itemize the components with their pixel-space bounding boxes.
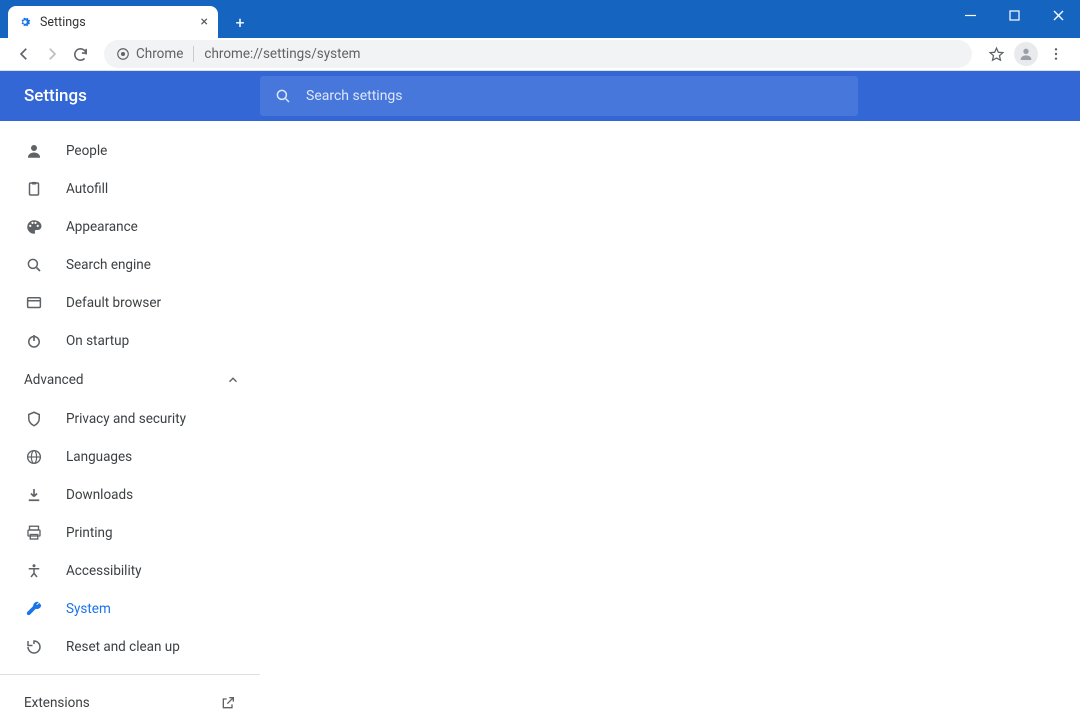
globe-icon — [24, 447, 44, 467]
chip-separator — [193, 46, 194, 62]
window-controls — [948, 0, 1080, 30]
sidebar-item-appearance[interactable]: Appearance — [0, 208, 260, 246]
sidebar-item-on-startup[interactable]: On startup — [0, 322, 260, 360]
sidebar-item-people[interactable]: People — [0, 132, 260, 170]
site-chip-label: Chrome — [136, 46, 183, 62]
sidebar-label: Languages — [66, 449, 132, 465]
browser-icon — [24, 293, 44, 313]
browser-tab[interactable]: Settings × — [8, 6, 218, 38]
sidebar-label: System — [66, 601, 111, 617]
chevron-up-icon — [226, 373, 240, 387]
sidebar-item-downloads[interactable]: Downloads — [0, 476, 260, 514]
sidebar-label: Downloads — [66, 487, 133, 503]
restore-icon — [24, 637, 44, 657]
settings-search[interactable] — [260, 76, 858, 116]
sidebar-item-reset[interactable]: Reset and clean up — [0, 628, 260, 666]
sidebar-label: Accessibility — [66, 563, 142, 579]
sidebar-label: Autofill — [66, 181, 108, 197]
overflow-menu-icon[interactable] — [1042, 40, 1070, 68]
maximize-button[interactable] — [992, 0, 1036, 30]
sidebar-label: People — [66, 143, 107, 159]
sidebar-label: Default browser — [66, 295, 161, 311]
sidebar-advanced-toggle[interactable]: Advanced — [0, 360, 260, 400]
sidebar-item-autofill[interactable]: Autofill — [0, 170, 260, 208]
sidebar-label: On startup — [66, 333, 129, 349]
new-tab-button[interactable]: + — [226, 8, 254, 36]
sidebar-item-extensions[interactable]: Extensions — [0, 683, 260, 720]
forward-button[interactable] — [38, 40, 66, 68]
tab-close-button[interactable]: × — [201, 14, 208, 30]
sidebar-item-default-browser[interactable]: Default browser — [0, 284, 260, 322]
minimize-button[interactable] — [948, 0, 992, 30]
shield-icon — [24, 409, 44, 429]
sidebar-label: Reset and clean up — [66, 639, 180, 655]
address-bar[interactable]: Chrome chrome://settings/system — [104, 40, 972, 68]
search-icon — [274, 87, 292, 105]
bookmark-star-icon[interactable] — [982, 40, 1010, 68]
close-window-button[interactable] — [1036, 0, 1080, 30]
power-icon — [24, 331, 44, 351]
search-icon — [24, 255, 44, 275]
settings-sidebar: People Autofill Appearance Search engine… — [0, 121, 260, 720]
sidebar-item-search-engine[interactable]: Search engine — [0, 246, 260, 284]
extensions-label: Extensions — [24, 695, 90, 711]
back-button[interactable] — [10, 40, 38, 68]
reload-button[interactable] — [66, 40, 94, 68]
sidebar-label: Search engine — [66, 257, 151, 273]
settings-search-input[interactable] — [306, 88, 844, 104]
tab-title: Settings — [40, 15, 86, 30]
sidebar-label: Privacy and security — [66, 411, 186, 427]
clipboard-icon — [24, 179, 44, 199]
profile-avatar[interactable] — [1014, 42, 1038, 66]
settings-content[interactable]: System Continue running background apps … — [260, 121, 1080, 720]
sidebar-item-privacy[interactable]: Privacy and security — [0, 400, 260, 438]
wrench-icon — [24, 599, 44, 619]
sidebar-item-accessibility[interactable]: Accessibility — [0, 552, 260, 590]
palette-icon — [24, 217, 44, 237]
window-titlebar: Settings × + — [0, 0, 1080, 38]
download-icon — [24, 485, 44, 505]
printer-icon — [24, 523, 44, 543]
site-chip: Chrome — [116, 46, 183, 62]
sidebar-item-languages[interactable]: Languages — [0, 438, 260, 476]
person-icon — [24, 141, 44, 161]
browser-toolbar: Chrome chrome://settings/system — [0, 38, 1080, 71]
accessibility-icon — [24, 561, 44, 581]
gear-icon — [18, 15, 32, 29]
sidebar-item-system[interactable]: System — [0, 590, 260, 628]
url-text: chrome://settings/system — [204, 46, 360, 62]
sidebar-item-printing[interactable]: Printing — [0, 514, 260, 552]
settings-header: Settings — [0, 71, 1080, 121]
open-external-icon — [220, 695, 236, 711]
advanced-label: Advanced — [24, 372, 84, 388]
settings-title: Settings — [0, 86, 260, 106]
sidebar-label: Printing — [66, 525, 113, 541]
sidebar-label: Appearance — [66, 219, 138, 235]
